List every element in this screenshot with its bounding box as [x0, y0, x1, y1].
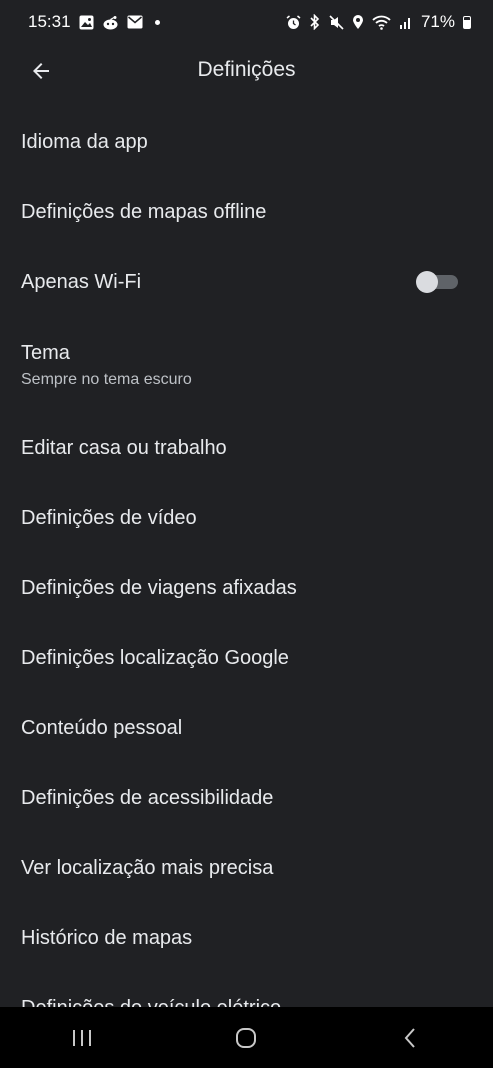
home-icon — [236, 1027, 257, 1048]
wifi-only-toggle[interactable] — [416, 271, 458, 293]
arrow-back-icon — [33, 63, 49, 79]
alarm-icon — [286, 14, 301, 30]
setting-label: Idioma da app — [21, 130, 148, 153]
setting-personal-content[interactable]: Conteúdo pessoal — [0, 693, 493, 763]
battery-icon — [463, 15, 471, 29]
setting-label: Definições de vídeo — [21, 506, 197, 529]
reddit-icon — [102, 15, 119, 30]
bluetooth-icon — [309, 14, 321, 30]
app-bar: Definições — [0, 44, 493, 96]
setting-label: Tema — [21, 341, 70, 364]
toggle-thumb — [416, 271, 438, 293]
status-time: 15:31 — [28, 12, 71, 31]
setting-app-language[interactable]: Idioma da app — [0, 107, 493, 177]
setting-maps-history[interactable]: Histórico de mapas — [0, 903, 493, 973]
setting-subtitle: Sempre no tema escuro — [21, 370, 192, 388]
setting-label: Conteúdo pessoal — [21, 716, 183, 739]
more-notifications-dot — [154, 19, 160, 25]
gallery-icon — [79, 15, 94, 30]
location-icon — [352, 14, 364, 30]
setting-google-location[interactable]: Definições localização Google — [0, 623, 493, 693]
recent-apps-button[interactable] — [52, 1018, 112, 1058]
setting-theme[interactable]: Tema Sempre no tema escuro — [0, 317, 493, 413]
setting-label: Apenas Wi-Fi — [21, 270, 142, 293]
mute-icon — [329, 14, 344, 30]
setting-label: Definições de viagens afixadas — [21, 576, 297, 599]
setting-label: Definições de mapas offline — [21, 200, 267, 223]
setting-precise-location[interactable]: Ver localização mais precisa — [0, 833, 493, 903]
setting-label: Definições de acessibilidade — [21, 786, 274, 809]
setting-edit-home-work[interactable]: Editar casa ou trabalho — [0, 413, 493, 483]
setting-label: Definições localização Google — [21, 646, 289, 669]
signal-icon — [399, 15, 413, 29]
status-left: 15:31 — [28, 12, 160, 32]
setting-accessibility[interactable]: Definições de acessibilidade — [0, 763, 493, 833]
chevron-left-icon — [404, 1027, 415, 1048]
mail-icon — [127, 15, 143, 29]
status-right: 71% — [286, 12, 471, 32]
system-back-button[interactable] — [381, 1018, 441, 1058]
setting-label: Histórico de mapas — [21, 926, 193, 949]
recent-apps-icon — [73, 1029, 92, 1046]
settings-list: Idioma da app Definições de mapas offlin… — [0, 107, 493, 1007]
setting-label: Definições do veículo elétrico — [21, 997, 281, 1008]
setting-pinned-trips[interactable]: Definições de viagens afixadas — [0, 553, 493, 623]
back-button[interactable] — [20, 50, 62, 92]
setting-label: Editar casa ou trabalho — [21, 436, 227, 459]
battery-percent: 71% — [420, 12, 455, 31]
setting-offline-maps[interactable]: Definições de mapas offline — [0, 177, 493, 247]
wifi-icon — [372, 15, 391, 30]
navigation-bar — [0, 1007, 493, 1068]
setting-video[interactable]: Definições de vídeo — [0, 483, 493, 553]
page-title: Definições — [197, 58, 296, 81]
status-bar: 15:31 71% — [0, 0, 493, 44]
home-button[interactable] — [216, 1018, 276, 1058]
setting-label: Ver localização mais precisa — [21, 856, 274, 879]
setting-wifi-only[interactable]: Apenas Wi-Fi — [0, 247, 493, 317]
setting-electric-vehicle[interactable]: Definições do veículo elétrico — [0, 973, 493, 1008]
